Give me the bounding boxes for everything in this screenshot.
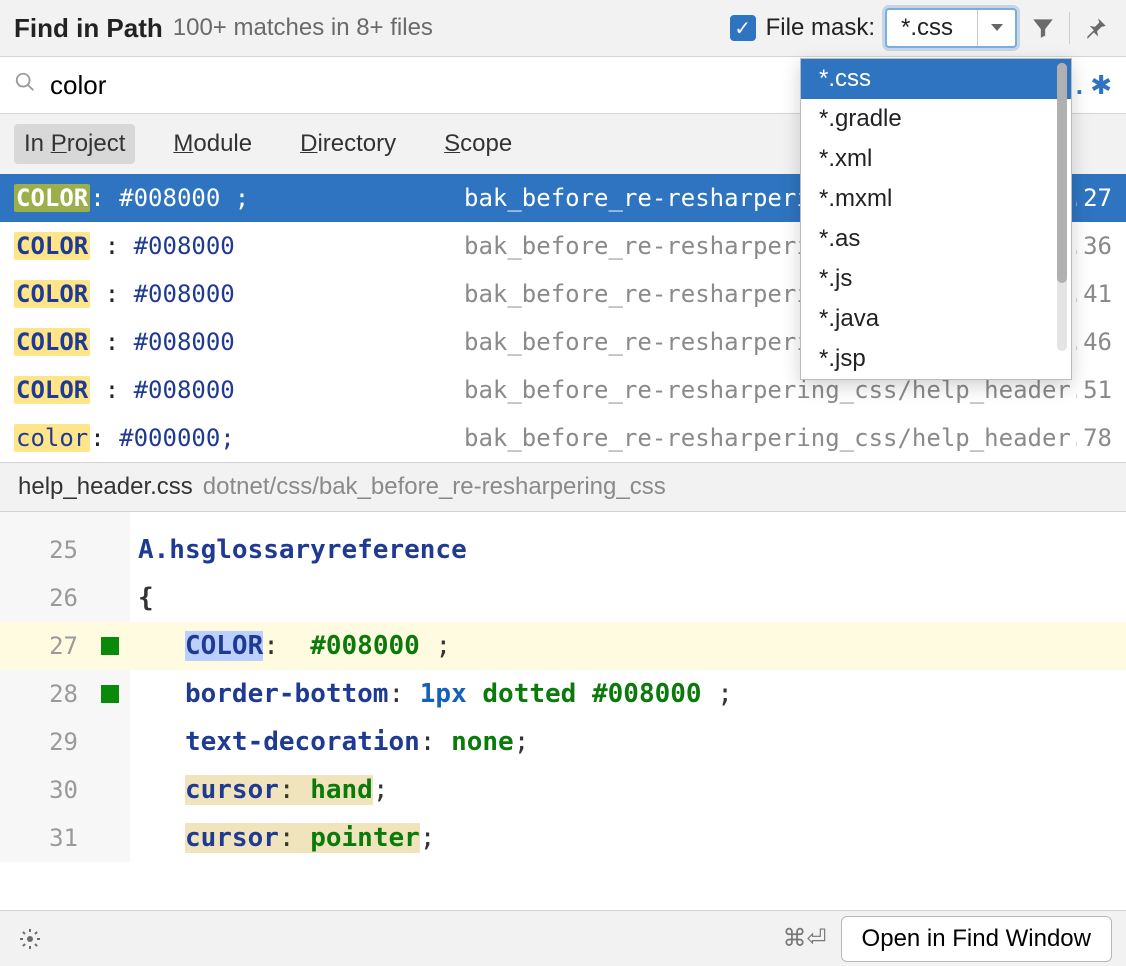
code-line[interactable]: 25A.hsglossaryreference	[0, 526, 1126, 574]
gutter-line-number: 29	[0, 718, 90, 766]
code-line[interactable]: 30 cursor: hand;	[0, 766, 1126, 814]
dropdown-item[interactable]: *.mxml	[801, 179, 1071, 219]
dialog-footer: ⌘⏎ Open in Find Window	[0, 910, 1126, 966]
scope-tab-in-project[interactable]: In Project	[14, 124, 135, 164]
gutter-marker	[90, 526, 130, 574]
gutter-line-number: 26	[0, 574, 90, 622]
code-line[interactable]: 31 cursor: pointer;	[0, 814, 1126, 862]
code-line[interactable]: 28 border-bottom: 1px dotted #008000 ;	[0, 670, 1126, 718]
gutter-line-number: 25	[0, 526, 90, 574]
file-mask-label: File mask:	[766, 14, 875, 42]
settings-gear-icon[interactable]	[14, 923, 46, 955]
dropdown-item[interactable]: *.gradle	[801, 99, 1071, 139]
open-in-find-window-button[interactable]: Open in Find Window	[841, 916, 1112, 962]
code-line[interactable]: 26{	[0, 574, 1126, 622]
gutter-line-number: 27	[0, 622, 90, 670]
combo-arrow-icon[interactable]	[977, 10, 1015, 46]
code-line[interactable]: 29 text-decoration: none;	[0, 718, 1126, 766]
gutter-line-number: 28	[0, 670, 90, 718]
file-mask-dropdown[interactable]: *.css*.gradle*.xml*.mxml*.as*.js*.java*.…	[800, 58, 1072, 380]
gutter-marker	[90, 814, 130, 862]
code-line[interactable]: 27 COLOR: #008000 ;	[0, 622, 1126, 670]
preview-header: help_header.css dotnet/css/bak_before_re…	[0, 462, 1126, 512]
dropdown-item[interactable]: *.jsp	[801, 339, 1071, 379]
color-swatch-icon	[101, 637, 119, 655]
file-mask-checkbox[interactable]: ✓	[730, 15, 756, 41]
search-icon	[14, 71, 36, 99]
pin-icon[interactable]	[1080, 12, 1112, 44]
code-preview[interactable]: 25A.hsglossaryreference26{27 COLOR: #008…	[0, 512, 1126, 910]
dropdown-scrollbar-thumb[interactable]	[1057, 63, 1067, 283]
result-row[interactable]: color: #000000;bak_before_re-resharperin…	[0, 414, 1126, 462]
dropdown-item[interactable]: *.as	[801, 219, 1071, 259]
gutter-marker	[90, 718, 130, 766]
gutter-line-number: 30	[0, 766, 90, 814]
scope-tab-module[interactable]: Module	[163, 124, 262, 164]
preview-file-name: help_header.css	[18, 473, 193, 501]
separator	[1069, 12, 1070, 44]
dropdown-item[interactable]: *.xml	[801, 139, 1071, 179]
color-swatch-icon	[101, 685, 119, 703]
file-mask-value: *.css	[887, 14, 977, 42]
gutter-marker	[90, 622, 130, 670]
filter-icon[interactable]	[1027, 12, 1059, 44]
dialog-title: Find in Path	[14, 13, 163, 44]
gutter-marker	[90, 766, 130, 814]
keyboard-hint: ⌘⏎	[782, 924, 826, 953]
gutter-marker	[90, 670, 130, 718]
gutter-line-number: 31	[0, 814, 90, 862]
regex-toggle-icon[interactable]: . ✱	[1076, 70, 1112, 101]
scope-tab-directory[interactable]: Directory	[290, 124, 406, 164]
dropdown-item[interactable]: *.css	[801, 59, 1071, 99]
gutter-marker	[90, 574, 130, 622]
dropdown-item[interactable]: *.java	[801, 299, 1071, 339]
file-mask-combo[interactable]: *.css	[885, 8, 1017, 48]
preview-path: dotnet/css/bak_before_re-resharpering_cs…	[203, 473, 666, 501]
match-count: 100+ matches in 8+ files	[173, 14, 433, 42]
dropdown-item[interactable]: *.js	[801, 259, 1071, 299]
scope-tab-scope[interactable]: Scope	[434, 124, 522, 164]
dialog-header: Find in Path 100+ matches in 8+ files ✓ …	[0, 0, 1126, 56]
